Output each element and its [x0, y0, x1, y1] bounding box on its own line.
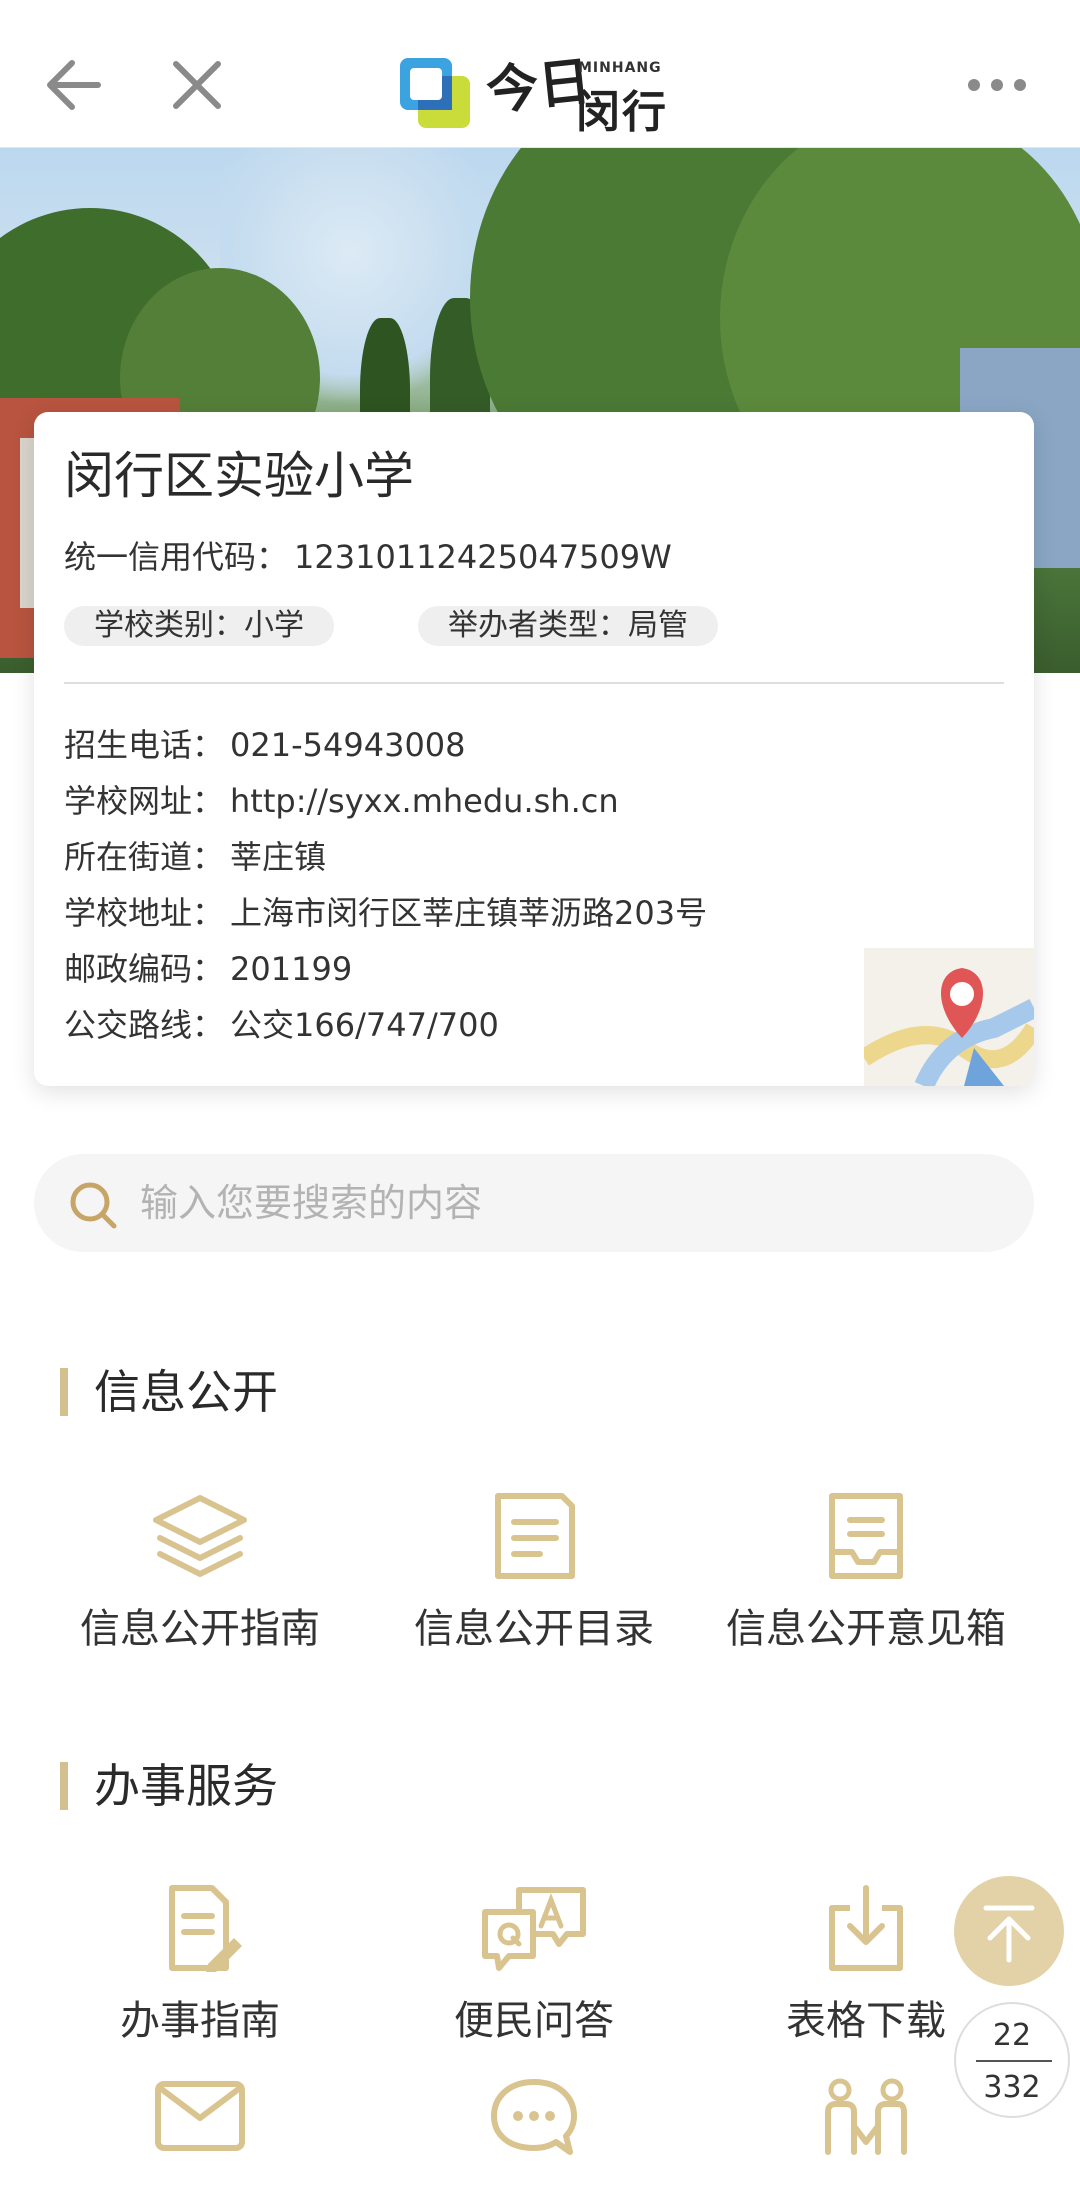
postcode-label: 邮政编码： — [64, 950, 225, 988]
section-title-services: 办事服务 — [60, 1762, 278, 1810]
postcode-value: 201199 — [230, 950, 353, 988]
arrow-up-icon — [983, 1905, 1035, 1963]
street-row: 所在街道： 莘庄镇 — [64, 832, 326, 878]
back-to-top-button[interactable] — [954, 1876, 1064, 1986]
layers-icon — [153, 1495, 247, 1577]
service-guide-label: 办事指南 — [120, 1998, 280, 2044]
back-button[interactable] — [40, 50, 110, 120]
credit-code-label: 统一信用代码： — [64, 538, 289, 576]
download-icon — [829, 1885, 903, 1971]
phone-row[interactable]: 招生电话： 021-54943008 — [64, 720, 466, 766]
top-bar: 今日 MINHANG 闵行 — [0, 0, 1080, 148]
close-button[interactable] — [162, 50, 232, 120]
inbox-icon — [829, 1493, 903, 1579]
address-label: 学校地址： — [64, 894, 225, 932]
more-button[interactable] — [962, 62, 1032, 108]
qa-chat-icon — [482, 1887, 586, 1971]
app-logo: 今日 MINHANG 闵行 — [396, 40, 696, 138]
info-disclosure-catalog-item[interactable]: 信息公开目录 — [354, 1490, 714, 1654]
document-icon — [495, 1493, 575, 1579]
info-disclosure-feedback-item[interactable]: 信息公开意见箱 — [686, 1490, 1046, 1654]
page-divider — [976, 2060, 1052, 2062]
logo-en-text: MINHANG — [578, 60, 662, 76]
credit-code-value: 12310112425047509W — [294, 538, 672, 576]
qa-label: 便民问答 — [454, 1998, 614, 2044]
qa-item[interactable]: 便民问答 — [354, 1882, 714, 2046]
chat-item[interactable] — [354, 2076, 714, 2156]
info-disclosure-guide-item[interactable]: 信息公开指南 — [20, 1490, 380, 1654]
more-dots-icon — [968, 79, 1026, 91]
info-disclosure-feedback-label: 信息公开意见箱 — [726, 1606, 1006, 1652]
section-title-info-disclosure: 信息公开 — [60, 1368, 278, 1416]
school-name: 闵行区实验小学 — [64, 447, 414, 505]
school-type-tag: 学校类别：小学 — [64, 606, 334, 646]
service-guide-item[interactable]: 办事指南 — [20, 1882, 380, 2046]
page-total: 332 — [983, 2070, 1041, 2105]
card-divider — [64, 682, 1004, 684]
mail-icon — [155, 2081, 245, 2151]
address-row: 学校地址： 上海市闵行区莘庄镇莘沥路203号 — [64, 888, 707, 934]
website-row[interactable]: 学校网址： http://syxx.mhedu.sh.cn — [64, 776, 619, 822]
chat-bubble-icon — [491, 2079, 577, 2155]
phone-label: 招生电话： — [64, 726, 225, 764]
street-value: 莘庄镇 — [230, 838, 327, 876]
page-counter: 22 332 — [954, 2002, 1070, 2118]
arrow-left-icon — [47, 60, 101, 110]
info-disclosure-catalog-label: 信息公开目录 — [414, 1606, 654, 1652]
people-icon — [825, 2078, 907, 2155]
logo-cn-text: 闵行 — [576, 87, 668, 138]
bus-route-value: 公交166/747/700 — [230, 1006, 499, 1044]
street-label: 所在街道： — [64, 838, 225, 876]
map-location-icon[interactable] — [864, 948, 1034, 1086]
info-disclosure-guide-label: 信息公开指南 — [80, 1606, 320, 1652]
search-icon — [70, 1182, 117, 1229]
phone-value[interactable]: 021-54943008 — [230, 726, 466, 764]
search-bar[interactable] — [34, 1154, 1034, 1252]
school-type-value: 小学 — [244, 608, 304, 643]
edit-document-icon — [169, 1885, 242, 1972]
bus-route-row: 公交路线： 公交166/747/700 — [64, 1000, 499, 1046]
mail-item[interactable] — [20, 2076, 380, 2156]
organizer-type-tag: 举办者类型：局管 — [418, 606, 718, 646]
search-input[interactable] — [140, 1168, 1000, 1238]
credit-code-row: 统一信用代码： 12310112425047509W — [64, 532, 672, 578]
school-type-label: 学校类别： — [94, 608, 244, 643]
page-current: 22 — [992, 2018, 1032, 2053]
bus-route-label: 公交路线： — [64, 1006, 225, 1044]
organizer-type-label: 举办者类型： — [448, 608, 628, 643]
postcode-row: 邮政编码： 201199 — [64, 944, 352, 990]
organizer-type-value: 局管 — [628, 608, 688, 643]
close-icon — [173, 61, 221, 109]
website-label: 学校网址： — [64, 782, 225, 820]
school-info-card: 闵行区实验小学 统一信用代码： 12310112425047509W 学校类别：小… — [34, 412, 1034, 1086]
address-value: 上海市闵行区莘庄镇莘沥路203号 — [230, 894, 708, 932]
website-link[interactable]: http://syxx.mhedu.sh.cn — [230, 782, 619, 820]
logo-mark-icon — [400, 58, 470, 128]
